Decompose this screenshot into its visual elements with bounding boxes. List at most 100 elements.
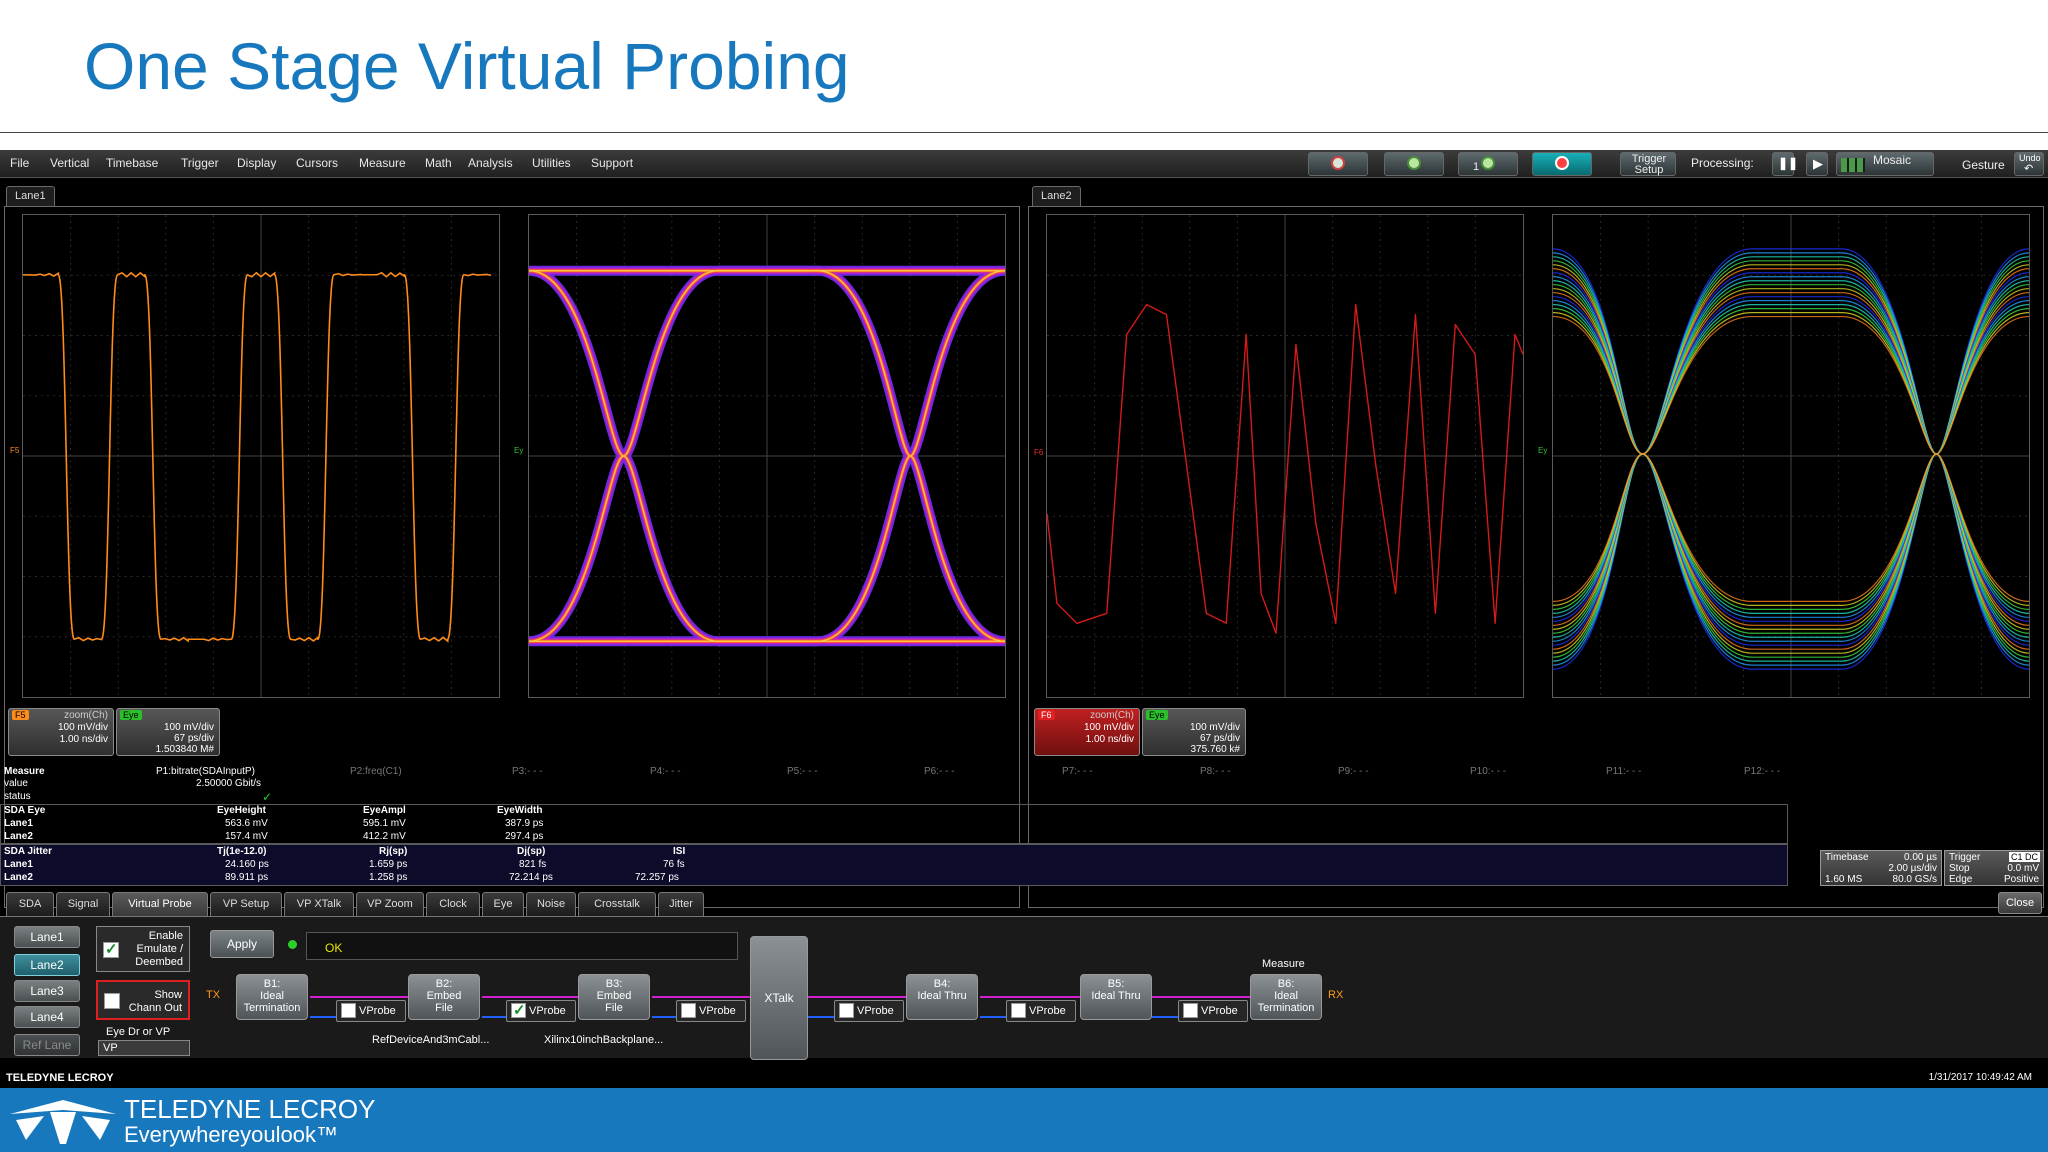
vprobe-3[interactable]: VProbe [676,1000,746,1022]
tab-sda[interactable]: SDA [6,892,54,916]
menu-utilities[interactable]: Utilities [532,156,571,170]
ref-lane-button[interactable]: Ref Lane [14,1034,80,1056]
tab-signal[interactable]: Signal [56,892,110,916]
apply-button[interactable]: Apply [210,930,274,958]
lane1-zoom-plot[interactable] [22,214,500,698]
tab-clock[interactable]: Clock [426,892,480,916]
block-b2[interactable]: B2: Embed File [408,974,480,1020]
footer-brand: TELEDYNE LECROY [124,1094,376,1124]
p4-label[interactable]: P4:- - - [650,766,681,777]
trigger-descriptor[interactable]: Trigger C1 DC Stop 0.0 mV Edge Positive [1944,850,2044,886]
timebase-label: Timebase [1825,852,1869,863]
p8-label[interactable]: P8:- - - [1200,766,1231,777]
p10-label[interactable]: P10:- - - [1470,766,1506,777]
tab-lane2[interactable]: Lane2 [1032,186,1081,206]
undo-button[interactable]: Undo ↶ [2014,152,2044,176]
play-button[interactable]: ▶ [1806,152,1828,176]
p3-label[interactable]: P3:- - - [512,766,543,777]
p5-label[interactable]: P5:- - - [787,766,818,777]
mosaic-button[interactable]: Mosaic [1836,152,1934,176]
block-line2: File [435,1002,453,1014]
timebase-rate: 80.0 GS/s [1892,874,1937,885]
vprobe-checkbox[interactable] [681,1003,696,1018]
vprobe-4[interactable]: VProbe [834,1000,904,1022]
block-b5[interactable]: B5: Ideal Thru [1080,974,1152,1020]
graticule [529,215,1005,697]
vprobe-checkbox[interactable] [1011,1003,1026,1018]
pause-icon: ❚❚ [1778,156,1799,170]
menu-file[interactable]: File [10,156,29,170]
trigger-setup-button[interactable]: Trigger Setup [1620,152,1676,176]
lane2-button[interactable]: Lane2 [14,954,80,976]
block-b3[interactable]: B3: Embed File [578,974,650,1020]
eye-dr-select[interactable]: VP [98,1040,190,1056]
vprobe-6[interactable]: VProbe [1178,1000,1248,1022]
p12-label[interactable]: P12:- - - [1744,766,1780,777]
badge-vdiv: 100 mV/div [1083,722,1134,733]
lane1-button[interactable]: Lane1 [14,926,80,948]
tab-noise[interactable]: Noise [526,892,576,916]
lane1-zoom-badge[interactable]: F5 zoom(Ch) 100 mV/div 1.00 ns/div [8,708,114,756]
tab-vp-zoom[interactable]: VP Zoom [356,892,424,916]
block-b1[interactable]: B1: Ideal Termination [236,974,308,1020]
p9-label[interactable]: P9:- - - [1338,766,1369,777]
vprobe-label: VProbe [359,1005,396,1017]
p2-label[interactable]: P2:freq(C1) [350,766,402,777]
lane1-eye-badge[interactable]: Eye 100 mV/div 67 ps/div 1.503840 M# [116,708,220,756]
menu-cursors[interactable]: Cursors [296,156,338,170]
auto-setup-button[interactable] [1308,152,1368,176]
capture-button[interactable] [1384,152,1444,176]
vprobe-checkbox[interactable] [839,1003,854,1018]
stop-button[interactable] [1532,152,1592,176]
menu-support[interactable]: Support [591,156,633,170]
menu-display[interactable]: Display [237,156,276,170]
timebase-descriptor[interactable]: Timebase 0.00 µs 2.00 µs/div 1.60 MS 80.… [1820,850,1942,886]
tab-virtual-probe[interactable]: Virtual Probe [112,892,208,916]
vprobe-checkbox[interactable]: ✓ [511,1002,526,1019]
p6-label[interactable]: P6:- - - [924,766,955,777]
p1-label[interactable]: P1:bitrate(SDAInputP) [156,766,255,777]
vprobe-checkbox[interactable] [341,1003,356,1018]
badge-tag: F5 [12,710,29,720]
lane2-eye-badge[interactable]: Eye 100 mV/div 67 ps/div 375.760 k# [1142,708,1246,756]
pause-button[interactable]: ❚❚ [1772,152,1798,176]
menu-analysis[interactable]: Analysis [468,156,513,170]
block-id: B4: [933,978,951,990]
lane2-zoom-plot[interactable] [1046,214,1524,698]
trigger-level: 0.0 mV [2007,863,2039,874]
vprobe-checkbox[interactable] [1183,1003,1198,1018]
lane1-eye-plot[interactable] [528,214,1006,698]
tab-jitter[interactable]: Jitter [658,892,704,916]
tab-eye[interactable]: Eye [482,892,524,916]
tab-vp-xtalk[interactable]: VP XTalk [284,892,354,916]
tab-crosstalk[interactable]: Crosstalk [578,892,656,916]
lane3-button[interactable]: Lane3 [14,980,80,1002]
close-button[interactable]: Close [1998,892,2042,914]
block-b6[interactable]: B6: Ideal Termination [1250,974,1322,1020]
lane4-button[interactable]: Lane4 [14,1006,80,1028]
gesture-label[interactable]: Gesture [1962,158,2005,172]
block-line1: Ideal Thru [917,990,967,1002]
lane2-zoom-badge[interactable]: F6 zoom(Ch) 100 mV/div 1.00 ns/div [1034,708,1140,756]
menu-math[interactable]: Math [425,156,452,170]
cell: 1.258 ps [369,872,408,883]
tab-vp-setup[interactable]: VP Setup [210,892,282,916]
p11-label[interactable]: P11:- - - [1606,766,1641,777]
xtalk-block[interactable]: XTalk [750,936,808,1060]
menu-vertical[interactable]: Vertical [50,156,89,170]
menu-trigger[interactable]: Trigger [181,156,219,170]
vprobe-1[interactable]: VProbe [336,1000,406,1022]
vprobe-label: VProbe [529,1005,566,1017]
block-id: B2: [435,978,453,990]
vprobe-2[interactable]: ✓ VProbe [506,1000,576,1022]
menu-measure[interactable]: Measure [359,156,406,170]
col-dj: Dj(sp) [517,846,546,857]
single-capture-button[interactable]: 1 [1458,152,1518,176]
lane2-eye-plot[interactable] [1552,214,2030,698]
menu-timebase[interactable]: Timebase [106,156,158,170]
p7-label[interactable]: P7:- - - [1062,766,1093,777]
vprobe-5[interactable]: VProbe [1006,1000,1076,1022]
tab-lane1[interactable]: Lane1 [6,186,55,206]
block-b4[interactable]: B4: Ideal Thru [906,974,978,1020]
col-isi: ISI [673,846,686,857]
